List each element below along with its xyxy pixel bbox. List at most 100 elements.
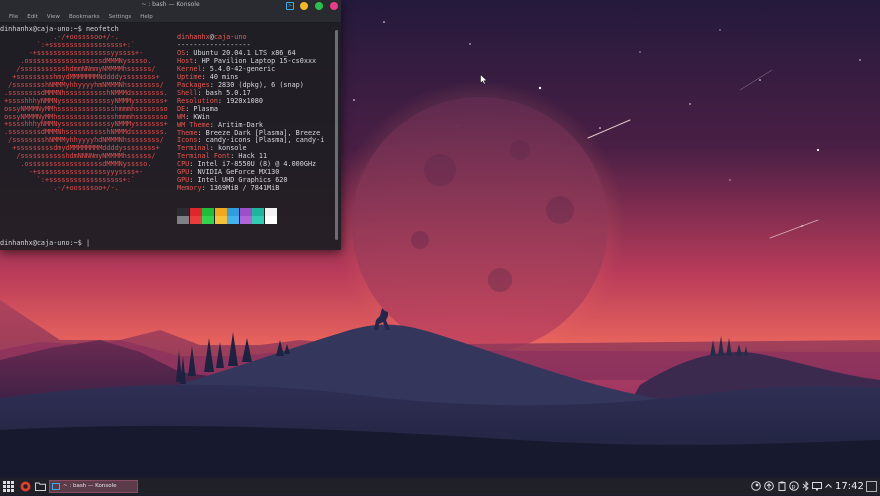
menu-edit[interactable]: Edit bbox=[23, 12, 43, 22]
terminal-icon: > bbox=[286, 2, 294, 10]
prompt-suffix: :~$ bbox=[69, 25, 82, 33]
info-value: Intel UHD Graphics 620 bbox=[197, 176, 288, 185]
mouse-cursor-icon bbox=[480, 74, 488, 85]
info-colon: : bbox=[217, 96, 227, 105]
konsole-window[interactable]: ~ : bash — Konsole > File Edit View Book… bbox=[0, 0, 341, 250]
info-value: candy-icons [Plasma], candy-i bbox=[205, 136, 325, 145]
info-key: WM bbox=[177, 112, 186, 121]
info-key: OS bbox=[177, 49, 186, 57]
info-key: Kernel bbox=[177, 64, 202, 73]
palette-swatch bbox=[177, 216, 189, 224]
vpn-icon[interactable]: p bbox=[789, 481, 799, 494]
info-key: DE bbox=[177, 104, 186, 113]
info-value: 40 mins bbox=[209, 72, 239, 81]
info-row: Memory: 1369MiB / 7841MiB bbox=[177, 184, 279, 193]
palette-swatch bbox=[252, 208, 264, 216]
info-colon: : bbox=[209, 120, 218, 129]
final-prompt-suffix: :~$ | bbox=[69, 239, 91, 247]
info-value: 2830 (dpkg), 6 (snap) bbox=[217, 80, 304, 89]
scrollbar[interactable] bbox=[335, 30, 338, 240]
info-colon: : bbox=[201, 72, 210, 81]
info-value: NVIDIA GeForce MX130 bbox=[197, 168, 280, 177]
info-value: Plasma bbox=[193, 104, 218, 113]
folder-icon[interactable] bbox=[35, 481, 46, 492]
info-key: WM Theme bbox=[177, 120, 210, 129]
palette-swatch bbox=[214, 216, 227, 224]
palette-swatch bbox=[227, 208, 239, 216]
info-key: Resolution bbox=[177, 96, 218, 105]
browser-icon[interactable] bbox=[20, 481, 31, 492]
menu-help[interactable]: Help bbox=[136, 12, 158, 22]
info-colon: : bbox=[197, 88, 206, 97]
info-key: Uptime bbox=[177, 72, 202, 81]
info-key: Packages bbox=[177, 80, 210, 89]
info-key: Host bbox=[177, 56, 194, 65]
info-key: Terminal Font bbox=[177, 152, 231, 161]
info-value: Breeze Dark [Plasma], Breeze bbox=[205, 128, 321, 137]
info-value: 5.4.0-42-generic bbox=[209, 64, 276, 73]
palette-swatch bbox=[239, 216, 252, 224]
palette-swatch bbox=[252, 216, 264, 224]
info-value: HP Pavilion Laptop 15-cs0xxx bbox=[201, 56, 317, 65]
info-colon: : bbox=[197, 136, 206, 145]
info-colon: : bbox=[197, 128, 206, 137]
info-key: Terminal bbox=[177, 144, 210, 153]
palette-swatch bbox=[227, 216, 239, 224]
palette-swatch bbox=[214, 208, 227, 216]
task-label: ~ : bash — Konsole bbox=[63, 483, 117, 489]
info-host: caja-uno bbox=[213, 33, 247, 41]
final-prompt: dinhanhx@caja-uno:~$ | bbox=[0, 239, 91, 248]
info-key: GPU bbox=[177, 176, 190, 185]
info-colon: : bbox=[193, 56, 202, 65]
display-icon[interactable] bbox=[812, 481, 822, 494]
info-colon: : bbox=[201, 184, 210, 193]
close-button[interactable] bbox=[330, 2, 338, 10]
title-bar[interactable]: ~ : bash — Konsole > bbox=[0, 0, 341, 12]
info-colon: : bbox=[209, 80, 218, 89]
info-key: GPU bbox=[177, 168, 190, 177]
taskbar: ~ : bash — Konsole p 17:42 bbox=[0, 478, 880, 495]
terminal-output[interactable]: dinhanhx@caja-uno:~$ neofetch .-/+oossss… bbox=[0, 23, 336, 250]
palette-swatch bbox=[189, 216, 202, 224]
info-value: Ubuntu 20.04.1 LTS x86_64 bbox=[193, 49, 296, 57]
palette-swatch bbox=[202, 208, 214, 216]
clock[interactable]: 17:42 bbox=[835, 480, 864, 493]
svg-text:p: p bbox=[792, 484, 796, 491]
prompt-user: dinhanhx@caja-uno bbox=[0, 25, 70, 33]
menu-view[interactable]: View bbox=[43, 12, 65, 22]
info-user: dinhanhx bbox=[177, 33, 210, 41]
info-value: Hack 11 bbox=[238, 152, 268, 161]
show-desktop-button[interactable] bbox=[866, 481, 877, 492]
info-value: konsole bbox=[217, 144, 247, 153]
steam-icon[interactable] bbox=[751, 481, 761, 494]
info-colon: : bbox=[201, 64, 210, 73]
palette-swatch bbox=[177, 208, 189, 216]
minimize-button[interactable] bbox=[300, 2, 308, 10]
chevron-up-icon[interactable] bbox=[825, 481, 832, 494]
palette-swatch bbox=[189, 208, 202, 216]
info-key: CPU bbox=[177, 160, 190, 169]
menu-bar: File Edit View Bookmarks Settings Help bbox=[0, 12, 341, 23]
app-launcher-icon[interactable] bbox=[3, 481, 14, 492]
palette-swatch bbox=[239, 208, 252, 216]
info-key: Icons bbox=[177, 136, 198, 145]
update-icon[interactable] bbox=[764, 481, 774, 494]
menu-settings[interactable]: Settings bbox=[105, 12, 137, 22]
bluetooth-icon[interactable] bbox=[802, 480, 810, 494]
info-key: Shell bbox=[177, 88, 198, 97]
menu-bookmarks[interactable]: Bookmarks bbox=[65, 12, 105, 22]
ascii-line: .-/+oossssoo+/-. bbox=[0, 184, 119, 193]
taskbar-task-konsole[interactable]: ~ : bash — Konsole bbox=[49, 480, 138, 493]
info-value: KWin bbox=[193, 112, 210, 121]
maximize-button[interactable] bbox=[315, 2, 323, 10]
final-prompt-user: dinhanhx@caja-uno bbox=[0, 239, 70, 247]
scrollbar-thumb[interactable] bbox=[335, 30, 338, 240]
info-value: Intel i7-8550U (8) @ 4.000GHz bbox=[197, 160, 317, 169]
info-key: Theme bbox=[177, 128, 198, 137]
command-text: neofetch bbox=[85, 25, 119, 33]
clipboard-icon[interactable] bbox=[777, 481, 787, 494]
palette-swatch bbox=[264, 216, 277, 224]
terminal-icon bbox=[52, 483, 60, 490]
menu-file[interactable]: File bbox=[5, 12, 23, 22]
palette-swatch bbox=[264, 208, 277, 216]
